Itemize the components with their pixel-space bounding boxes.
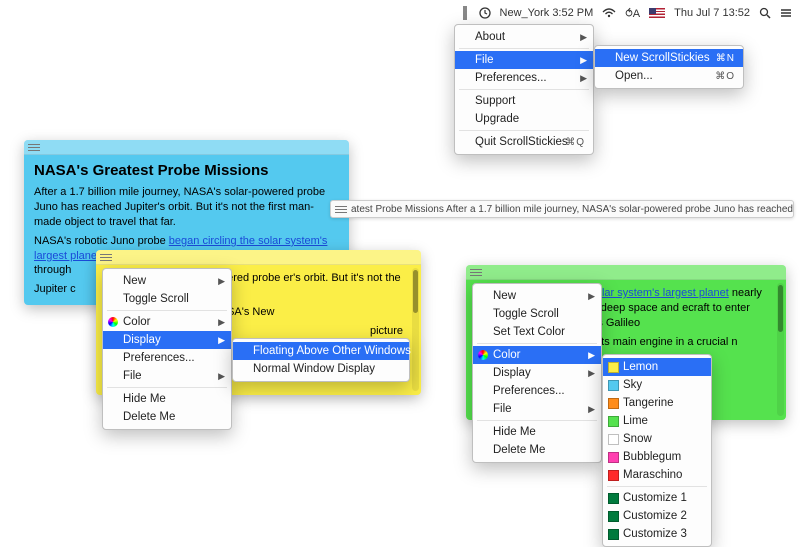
ctx-toggle-scroll[interactable]: Toggle Scroll <box>473 305 601 323</box>
note-text: After a 1.7 billion mile journey, NASA's… <box>34 185 339 230</box>
menubar-extra-icon[interactable] <box>460 6 470 20</box>
note-context-menu-green: New▶ Toggle Scroll Set Text Color Color▶… <box>472 283 602 463</box>
scrollbar-thumb[interactable] <box>778 285 783 332</box>
menu-preferences[interactable]: Preferences...▶ <box>455 69 593 87</box>
user-switcher[interactable]: ⥀A <box>625 7 640 20</box>
menu-open[interactable]: Open...⌘O <box>595 67 743 85</box>
swatch-icon <box>608 434 619 445</box>
ctx-delete[interactable]: Delete Me <box>473 441 601 459</box>
wifi-icon[interactable] <box>602 8 616 18</box>
color-maraschino[interactable]: Maraschino <box>603 466 711 484</box>
flag-icon[interactable] <box>649 8 665 18</box>
ctx-delete[interactable]: Delete Me <box>103 408 231 426</box>
ctx-new[interactable]: New▶ <box>473 287 601 305</box>
color-wheel-icon <box>478 350 488 360</box>
color-submenu: Lemon Sky Tangerine Lime Snow Bubblegum … <box>602 354 712 547</box>
ctx-display[interactable]: Display▶ <box>473 364 601 382</box>
clock-icon[interactable] <box>479 7 491 19</box>
color-bubblegum[interactable]: Bubblegum <box>603 448 711 466</box>
ctx-preferences[interactable]: Preferences... <box>103 349 231 367</box>
color-lime[interactable]: Lime <box>603 412 711 430</box>
color-wheel-icon <box>108 317 118 327</box>
ctx-display[interactable]: Display▶ <box>103 331 231 349</box>
swatch-icon <box>608 452 619 463</box>
menu-quit[interactable]: Quit ScrollStickies⌘Q <box>455 133 593 151</box>
ctx-new[interactable]: New▶ <box>103 272 231 290</box>
note-title: NASA's Greatest Probe Missions <box>34 161 339 181</box>
swatch-icon <box>608 511 619 522</box>
swatch-icon <box>608 398 619 409</box>
menu-support[interactable]: Support <box>455 92 593 110</box>
ticker-menu-icon[interactable] <box>335 204 347 215</box>
display-submenu: Floating Above Other Windows Normal Wind… <box>232 338 410 382</box>
swatch-icon <box>608 380 619 391</box>
ctx-color[interactable]: Color▶ <box>473 346 601 364</box>
color-lemon[interactable]: Lemon <box>603 358 711 376</box>
ctx-toggle-scroll[interactable]: Toggle Scroll <box>103 290 231 308</box>
color-customize-1[interactable]: Customize 1 <box>603 489 711 507</box>
ctx-hide[interactable]: Hide Me <box>473 423 601 441</box>
file-submenu: New ScrollStickies⌘N Open...⌘O <box>594 45 744 89</box>
menu-upgrade[interactable]: Upgrade <box>455 110 593 128</box>
menu-icon[interactable] <box>780 8 792 18</box>
color-snow[interactable]: Snow <box>603 430 711 448</box>
swatch-icon <box>608 493 619 504</box>
note-menu-icon[interactable] <box>100 252 112 263</box>
ctx-file[interactable]: File▶ <box>473 400 601 418</box>
display-normal[interactable]: Normal Window Display <box>233 360 409 378</box>
swatch-icon <box>608 416 619 427</box>
ctx-color[interactable]: Color▶ <box>103 313 231 331</box>
display-floating[interactable]: Floating Above Other Windows <box>233 342 409 360</box>
scrollbar[interactable] <box>412 268 419 391</box>
note-header[interactable] <box>96 250 421 265</box>
scrollbar[interactable] <box>777 283 784 416</box>
color-customize-2[interactable]: Customize 2 <box>603 507 711 525</box>
ticker-text: atest Probe Missions After a 1.7 billion… <box>351 204 793 215</box>
app-menubar-menu: About▶ File▶ Preferences...▶ Support Upg… <box>454 24 594 155</box>
ctx-file[interactable]: File▶ <box>103 367 231 385</box>
note-header[interactable] <box>466 265 786 280</box>
macos-menubar: New_York 3:52 PM ⥀A Thu Jul 7 13:52 <box>460 4 792 22</box>
note-header[interactable] <box>24 140 349 155</box>
ctx-preferences[interactable]: Preferences... <box>473 382 601 400</box>
scroll-ticker[interactable]: atest Probe Missions After a 1.7 billion… <box>330 200 794 218</box>
swatch-icon <box>608 470 619 481</box>
color-sky[interactable]: Sky <box>603 376 711 394</box>
menubar-date: Thu Jul 7 13:52 <box>674 7 750 19</box>
ctx-set-text-color[interactable]: Set Text Color <box>473 323 601 341</box>
note-menu-icon[interactable] <box>470 267 482 278</box>
ctx-hide[interactable]: Hide Me <box>103 390 231 408</box>
note-context-menu-yellow: New▶ Toggle Scroll Color▶ Display▶ Prefe… <box>102 268 232 430</box>
swatch-icon <box>608 362 619 373</box>
spotlight-icon[interactable] <box>759 7 771 19</box>
menu-file[interactable]: File▶ <box>455 51 593 69</box>
note-menu-icon[interactable] <box>28 142 40 153</box>
color-tangerine[interactable]: Tangerine <box>603 394 711 412</box>
menu-new-note[interactable]: New ScrollStickies⌘N <box>595 49 743 67</box>
menu-about[interactable]: About▶ <box>455 28 593 46</box>
clock-city-label: New_York 3:52 PM <box>500 7 594 19</box>
swatch-icon <box>608 529 619 540</box>
color-customize-3[interactable]: Customize 3 <box>603 525 711 543</box>
scrollbar-thumb[interactable] <box>413 270 418 313</box>
